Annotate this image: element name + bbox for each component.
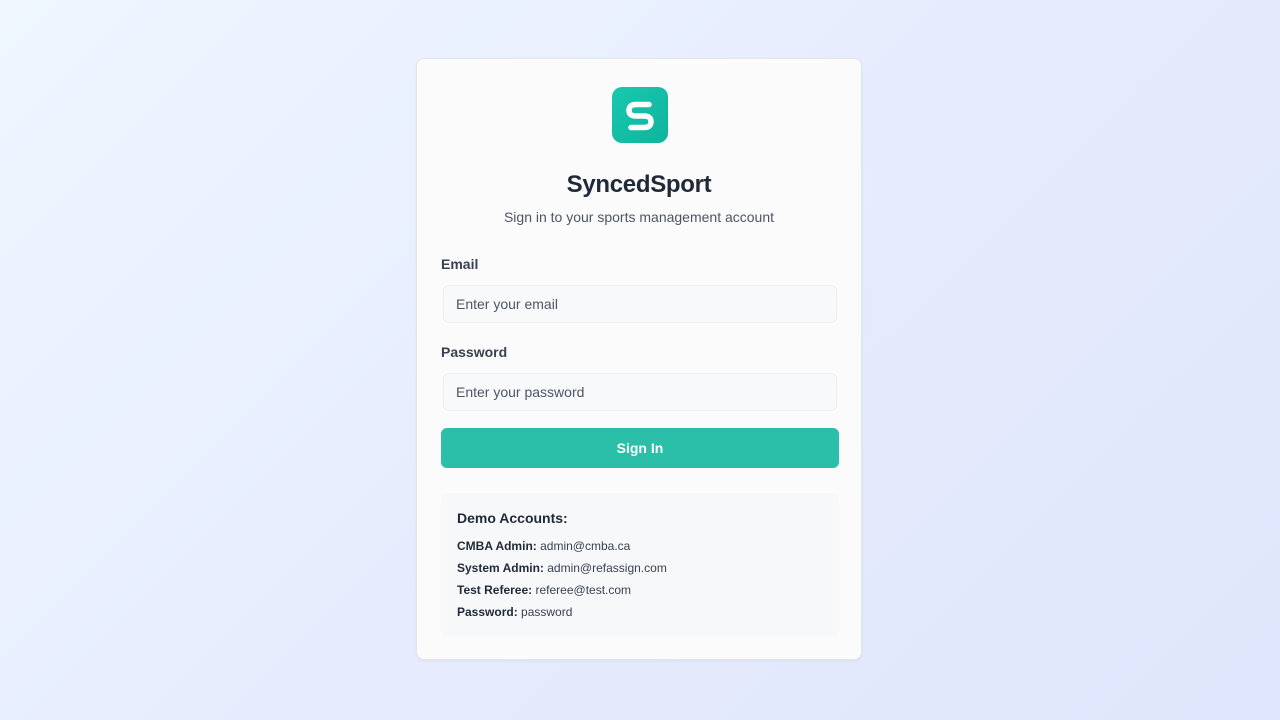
demo-account-role: Password: xyxy=(457,605,518,619)
login-card: SyncedSport Sign in to your sports manag… xyxy=(416,58,862,660)
demo-account-role: System Admin: xyxy=(457,561,544,575)
demo-account-row: System Admin: admin@refassign.com xyxy=(457,557,823,579)
demo-account-value: admin@cmba.ca xyxy=(540,539,631,553)
demo-accounts-title: Demo Accounts: xyxy=(457,510,568,526)
demo-account-value: admin@refassign.com xyxy=(547,561,667,575)
demo-account-role: CMBA Admin: xyxy=(457,539,537,553)
demo-account-row: Password: password xyxy=(457,601,823,623)
sign-in-button[interactable]: Sign In xyxy=(441,428,839,468)
app-title: SyncedSport xyxy=(566,171,712,198)
demo-account-value: password xyxy=(521,605,573,619)
demo-accounts-panel: Demo Accounts: CMBA Admin: admin@cmba.ca… xyxy=(441,493,839,637)
demo-account-row: CMBA Admin: admin@cmba.ca xyxy=(457,535,823,557)
logo-s-icon xyxy=(626,101,654,131)
email-field[interactable] xyxy=(443,285,837,323)
demo-account-value: referee@test.com xyxy=(535,583,632,597)
password-field[interactable] xyxy=(443,373,837,411)
email-label: Email xyxy=(441,256,479,272)
login-subtitle: Sign in to your sports management accoun… xyxy=(503,209,775,225)
demo-account-role: Test Referee: xyxy=(457,583,533,597)
password-label: Password xyxy=(441,344,508,360)
app-logo xyxy=(612,87,668,143)
demo-account-row: Test Referee: referee@test.com xyxy=(457,579,823,601)
